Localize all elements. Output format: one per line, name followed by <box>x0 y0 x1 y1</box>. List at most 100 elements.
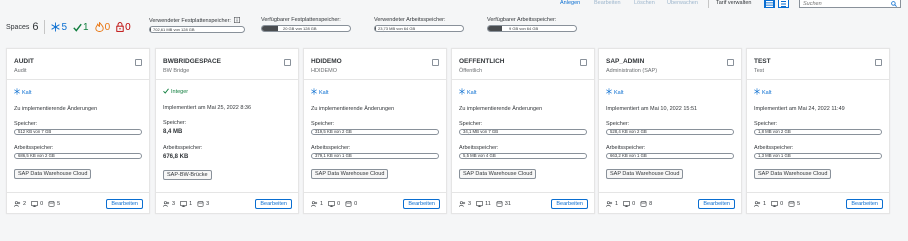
deployment-info: Zu implementierende Änderungen <box>311 106 395 112</box>
hot-stat[interactable]: 0 <box>94 22 110 33</box>
search-icon[interactable] <box>891 1 897 7</box>
used-disk-bar: 702,61 MB von 128 GB <box>149 26 245 33</box>
connections-count: 0 <box>31 201 43 207</box>
space-card-sap-admin[interactable]: SAP_ADMIN Administration (SAP) Kalt Impl… <box>598 48 742 214</box>
memory-label: Arbeitsspeicher: <box>754 145 794 151</box>
storage-label: Speicher: <box>459 121 483 127</box>
space-summary: Spaces 6 5 1 0 0 Verwendeter Festplatten… <box>6 16 906 38</box>
storage-bar: 528,4 KB von 2 GB <box>606 129 734 135</box>
divider <box>599 79 741 80</box>
list-view-button[interactable] <box>778 0 789 8</box>
storage-value: 8,4 MB <box>163 129 183 135</box>
locked-count: 0 <box>125 21 131 33</box>
spaces-count: 6 <box>32 21 39 33</box>
checkmark-icon <box>73 23 82 32</box>
space-description: Öffentlich <box>459 68 483 74</box>
space-type-tag: SAP Data Warehouse Cloud <box>459 169 537 179</box>
locked-stat[interactable]: 0 <box>116 22 131 33</box>
monitor-button[interactable]: Überwachen <box>667 0 698 6</box>
space-card-test[interactable]: TEST Test Kalt Implementiert am Mai 24, … <box>746 48 890 214</box>
objects-icon <box>345 200 352 207</box>
users-count: 3 <box>459 201 471 207</box>
users-icon <box>606 200 613 207</box>
used-memory-value: 23,73 MB von 64 GB <box>378 26 416 31</box>
search-input[interactable] <box>800 0 885 7</box>
space-card-bwbridgespace[interactable]: BWBRIDGESPACE BW Bridge Integer Implemen… <box>155 48 299 214</box>
snowflake-icon <box>459 88 465 95</box>
connections-icon <box>771 200 778 207</box>
snowflake-icon <box>51 22 61 32</box>
storage-label: Speicher: <box>606 121 630 127</box>
objects-count: 31 <box>496 201 511 207</box>
space-description: HDIDEMO <box>311 68 337 74</box>
storage-bar: 319,5 KB von 2 GB <box>311 129 439 135</box>
space-counts: Spaces 6 5 1 0 0 <box>6 20 134 34</box>
edit-toolbar-button[interactable]: Bearbeiten <box>594 0 621 6</box>
objects-count: 5 <box>788 201 800 207</box>
objects-count: 8 <box>640 201 652 207</box>
space-card-oeffentlich[interactable]: OEFFENTLICH Öffentlich Kalt Zu implement… <box>451 48 595 214</box>
snowflake-icon <box>606 88 612 95</box>
deployment-info: Implementiert am Mai 25, 2022 8:36 <box>163 105 252 111</box>
select-checkbox[interactable] <box>727 59 734 66</box>
users-count: 1 <box>606 201 618 207</box>
edit-button[interactable]: Bearbeiten <box>698 198 735 209</box>
memory-value: 1,3 MB von 1 GB <box>758 153 791 158</box>
divider <box>452 79 594 80</box>
free-disk-metric: Verfügbarer Festplattenspeicher: 20 GB v… <box>261 17 351 32</box>
used-memory-bar: 23,73 MB von 64 GB <box>374 25 464 32</box>
memory-bar: 379,1 KB von 1 GB <box>311 153 439 159</box>
select-checkbox[interactable] <box>284 59 291 66</box>
storage-label: Speicher: <box>14 121 38 127</box>
deployment-info: Implementiert am Mai 24, 2022 11:49 <box>754 106 845 112</box>
memory-value: 686,5 KB von 2 GB <box>18 153 55 158</box>
space-name: SAP_ADMIN <box>606 58 645 65</box>
free-disk-bar: 20 GB von 128 GB <box>261 25 351 32</box>
connections-count: 1 <box>180 201 192 207</box>
deployment-info: Zu implementierende Änderungen <box>459 106 543 112</box>
ok-stat[interactable]: 1 <box>73 22 89 33</box>
memory-value: 5,5 MB von 4 GB <box>463 153 496 158</box>
used-memory-metric: Verwendeter Arbeitsspeicher: 23,73 MB vo… <box>374 17 464 32</box>
delete-button[interactable]: Löschen <box>634 0 655 6</box>
objects-icon <box>640 200 647 207</box>
toolbar-divider <box>708 0 709 8</box>
cold-stat[interactable]: 5 <box>51 22 67 33</box>
edit-button[interactable]: Bearbeiten <box>551 198 588 209</box>
storage-label: Speicher: <box>311 121 335 127</box>
space-name: BWBRIDGESPACE <box>163 58 222 65</box>
create-button[interactable]: Anlegen <box>560 0 580 6</box>
memory-bar: 686,5 KB von 2 GB <box>14 153 142 159</box>
cold-count: 5 <box>61 21 68 33</box>
connections-count: 0 <box>623 201 635 207</box>
edit-button[interactable]: Bearbeiten <box>403 198 440 209</box>
manage-plan-button[interactable]: Tarif verwalten <box>716 0 751 6</box>
space-name: TEST <box>754 58 771 65</box>
used-disk-value: 702,61 MB von 128 GB <box>153 27 195 32</box>
storage-bar: 512 KB von 7 GB <box>14 129 142 135</box>
select-checkbox[interactable] <box>432 59 439 66</box>
users-count: 1 <box>311 201 323 207</box>
status-text: Kalt <box>762 89 772 96</box>
edit-button[interactable]: Bearbeiten <box>255 198 292 209</box>
info-icon[interactable] <box>234 17 241 23</box>
divider <box>7 79 149 80</box>
space-type-tag: SAP-BW-Brücke <box>163 170 212 180</box>
snowflake-icon <box>311 88 317 95</box>
edit-button[interactable]: Bearbeiten <box>106 198 143 209</box>
storage-value: 34,1 MB von 7 GB <box>463 129 499 134</box>
free-memory-value: 9 GB von 64 GB <box>509 26 539 31</box>
divider <box>304 192 446 193</box>
connections-icon <box>476 200 483 207</box>
flame-icon <box>94 22 104 32</box>
select-checkbox[interactable] <box>135 59 142 66</box>
space-card-audit[interactable]: AUDIT Audit Kalt Zu implementierende Änd… <box>6 48 150 214</box>
tile-view-button[interactable] <box>764 0 775 8</box>
edit-button[interactable]: Bearbeiten <box>846 198 883 209</box>
space-name: AUDIT <box>14 58 34 65</box>
space-card-hdidemo[interactable]: HDIDEMO HDIDEMO Kalt Zu implementierende… <box>303 48 447 214</box>
select-checkbox[interactable] <box>875 59 882 66</box>
select-checkbox[interactable] <box>580 59 587 66</box>
divider <box>599 192 741 193</box>
users-icon <box>459 200 466 207</box>
